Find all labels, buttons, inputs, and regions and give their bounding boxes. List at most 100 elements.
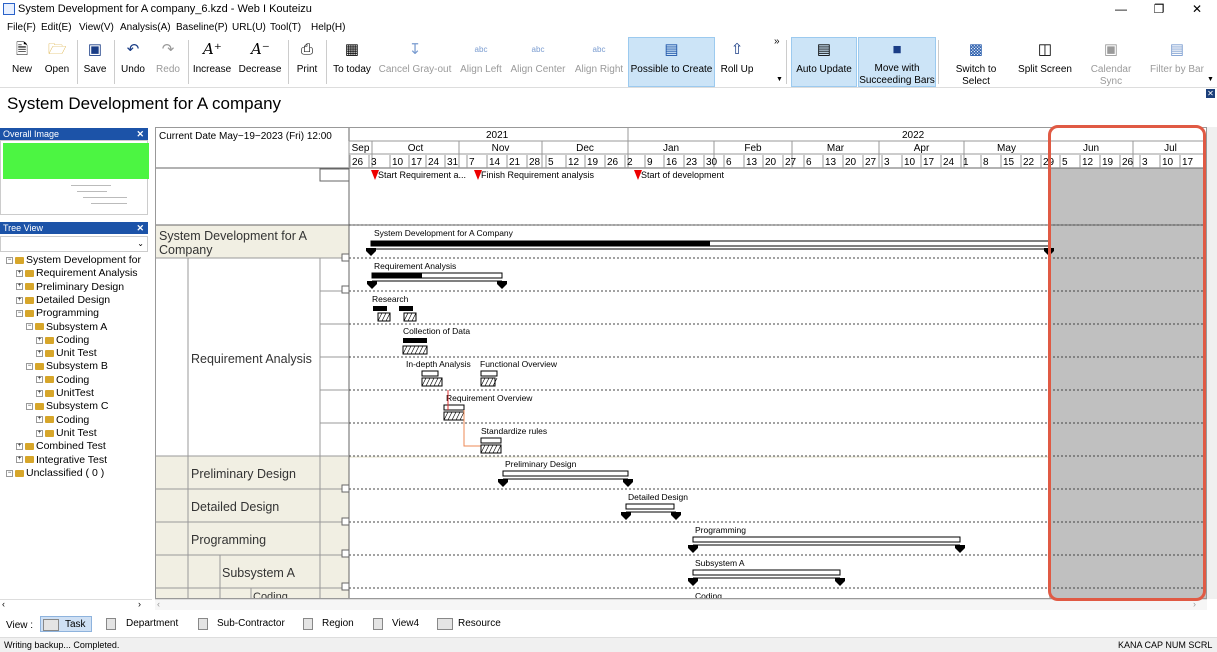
tab-task[interactable]: Task (40, 616, 92, 632)
milestone-label: Start of development (641, 170, 725, 180)
toolbar-dropdown-icon[interactable]: ▼ (776, 76, 783, 83)
align-left-button[interactable]: abc Align Left (458, 38, 504, 86)
expand-icon[interactable]: + (16, 456, 23, 464)
minimize-button[interactable]: — (1106, 1, 1136, 18)
collapse-icon[interactable]: − (6, 256, 13, 264)
tree-node[interactable]: + Preliminary Design (16, 281, 124, 294)
tree-node[interactable]: − Subsystem B (26, 360, 108, 373)
day-label: 17 (411, 157, 423, 168)
month-label: Dec (576, 143, 594, 154)
tree-node[interactable]: + Coding (36, 334, 89, 347)
tree-node[interactable]: + Coding (36, 374, 89, 387)
auto-update-button[interactable]: ▤ Auto Update (791, 37, 857, 87)
tab-department[interactable]: Department (104, 616, 184, 632)
expand-icon[interactable]: + (16, 442, 23, 450)
tree-node[interactable]: + Combined Test (16, 440, 106, 453)
tree-node[interactable]: − Programming (16, 307, 99, 320)
filter-by-bar-button[interactable]: ▤ Filter by Bar (1148, 38, 1206, 86)
increase-button[interactable]: A⁺ Increase (192, 38, 232, 86)
open-button[interactable]: 🗁 Open (41, 38, 73, 86)
expand-icon[interactable]: + (36, 416, 43, 424)
move-succeeding-button[interactable]: ■ Move with Succeeding Bars (858, 37, 936, 87)
tab-resource[interactable]: Resource (435, 616, 505, 632)
tree-node[interactable]: − Subsystem A (26, 321, 107, 334)
milestone-cell (319, 168, 350, 182)
to-today-button[interactable]: ▦ To today (330, 38, 374, 86)
menu-analysis[interactable]: Analysis(A) (120, 22, 171, 33)
expand-icon[interactable]: + (36, 429, 43, 437)
tab-region[interactable]: Region (301, 616, 361, 632)
tree-node[interactable]: − Subsystem C (26, 400, 108, 413)
undo-button[interactable]: ↶ Undo (117, 38, 149, 86)
close-icon[interactable]: ✕ (136, 128, 144, 140)
progress-fill (371, 241, 710, 246)
collapse-icon[interactable]: − (26, 323, 33, 331)
tree-node[interactable]: − Unclassified ( 0 ) (6, 467, 104, 480)
day-label: 22 (1023, 157, 1035, 168)
menu-tool[interactable]: Tool(T) (270, 22, 301, 33)
row-label: System Development for A (159, 229, 308, 243)
day-label: 10 (904, 157, 916, 168)
tab-sub-contractor[interactable]: Sub-Contractor (196, 616, 288, 632)
scroll-right-icon[interactable]: › (138, 599, 141, 609)
bar-label: Requirement Overview (446, 393, 533, 403)
maximize-button[interactable]: ❐ (1144, 1, 1174, 18)
print-button[interactable]: ⎙ Print (292, 38, 322, 86)
align-left-icon: abc (474, 45, 488, 54)
close-icon[interactable]: ✕ (136, 222, 144, 234)
tree-node[interactable]: + Unit Test (36, 347, 97, 360)
cancel-grayout-button[interactable]: ↧ Cancel Gray-out (378, 38, 452, 86)
menu-baseline[interactable]: Baseline(P) (176, 22, 228, 33)
menu-file[interactable]: File(F) (7, 22, 36, 33)
menu-edit[interactable]: Edit(E) (41, 22, 72, 33)
tree-node[interactable]: + UnitTest (36, 387, 94, 400)
tab-view4[interactable]: View4 (371, 616, 427, 632)
scroll-left-icon[interactable]: ‹ (157, 599, 160, 609)
redo-button[interactable]: ↷ Redo (152, 38, 184, 86)
tree-node[interactable]: − System Development for (6, 254, 141, 267)
collapse-icon[interactable]: − (26, 363, 33, 371)
collapse-icon[interactable]: − (6, 469, 13, 477)
tree-node[interactable]: + Coding (36, 414, 89, 427)
vertical-scrollbar[interactable] (1207, 127, 1217, 599)
roll-up-button[interactable]: ⇧ Roll Up (718, 38, 756, 86)
save-button[interactable]: ▣ Save (80, 38, 110, 86)
menu-view[interactable]: View(V) (79, 22, 114, 33)
scroll-left-icon[interactable]: ‹ (2, 599, 5, 609)
chart-horizontal-scrollbar[interactable]: ‹ › (155, 599, 1207, 610)
switch-to-select-button[interactable]: ▩ Switch to Select (941, 38, 1011, 87)
expand-icon[interactable]: + (16, 296, 23, 304)
new-button[interactable]: 🗎 New (6, 38, 38, 86)
possible-to-create-button[interactable]: ▤ Possible to Create (628, 37, 715, 87)
close-button[interactable]: ✕ (1182, 1, 1212, 18)
expand-icon[interactable]: + (16, 283, 23, 291)
align-center-button[interactable]: abc Align Center (509, 38, 567, 86)
tree-node[interactable]: + Requirement Analysis (16, 267, 138, 280)
tree-node[interactable]: + Integrative Test (16, 454, 107, 467)
tree-node[interactable]: + Unit Test (36, 427, 97, 440)
decrease-button[interactable]: A⁻ Decrease (238, 38, 282, 86)
print-icon: ⎙ (300, 41, 313, 58)
tree-horizontal-scrollbar[interactable]: ‹ › (0, 599, 152, 610)
expand-icon[interactable]: + (36, 336, 43, 344)
expand-icon[interactable]: + (16, 270, 23, 278)
tree-node[interactable]: + Detailed Design (16, 294, 110, 307)
filter-bar-icon: ▤ (1169, 41, 1185, 58)
document-close-icon[interactable]: ✕ (1206, 89, 1215, 98)
split-screen-button[interactable]: ◫ Split Screen (1018, 38, 1072, 86)
collapse-icon[interactable]: − (16, 309, 23, 317)
calendar-sync-button[interactable]: ▣ Calendar Sync (1079, 38, 1143, 87)
resource-icon (437, 618, 453, 630)
expand-icon[interactable]: + (36, 349, 43, 357)
menu-url[interactable]: URL(U) (232, 22, 266, 33)
menu-help[interactable]: Help(H) (311, 22, 345, 33)
expand-icon[interactable]: + (36, 389, 43, 397)
tree-view-dropdown[interactable]: ⌄ (0, 236, 148, 252)
overall-image-thumbnail[interactable] (0, 140, 149, 215)
toolbar-overflow-icon[interactable]: » (774, 36, 780, 47)
expand-icon[interactable]: + (36, 376, 43, 384)
collapse-icon[interactable]: − (26, 403, 33, 411)
toolbar-dropdown-icon[interactable]: ▼ (1207, 76, 1214, 83)
align-right-button[interactable]: abc Align Right (572, 38, 626, 86)
undo-arrow-icon: ↶ (126, 41, 140, 58)
